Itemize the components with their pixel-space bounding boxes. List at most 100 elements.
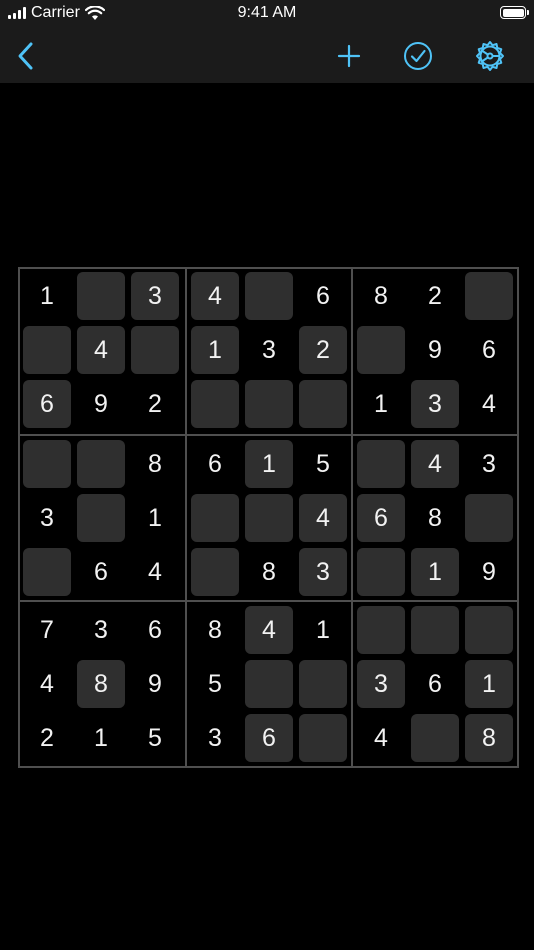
sudoku-cell-r2c4[interactable]: 1 xyxy=(188,323,242,377)
sudoku-cell-r7c9[interactable] xyxy=(462,603,516,657)
cell-digit: 8 xyxy=(374,281,388,310)
sudoku-cell-r4c1[interactable] xyxy=(20,437,74,491)
sudoku-cell-r1c4[interactable]: 4 xyxy=(188,269,242,323)
cell-digit: 5 xyxy=(316,449,330,478)
sudoku-cell-r2c6[interactable]: 2 xyxy=(296,323,350,377)
cell-tile xyxy=(191,548,239,596)
cell-digit: 1 xyxy=(208,335,222,364)
cell-tile xyxy=(23,548,71,596)
sudoku-cell-r1c8: 2 xyxy=(408,269,462,323)
sudoku-cell-r5c8: 8 xyxy=(408,491,462,545)
cell-digit: 3 xyxy=(374,669,388,698)
sudoku-cell-r8c6[interactable] xyxy=(296,657,350,711)
sudoku-cell-r8c5[interactable] xyxy=(242,657,296,711)
cell-tile xyxy=(299,714,347,762)
sudoku-cell-r9c5[interactable]: 6 xyxy=(242,711,296,765)
cell-digit: 6 xyxy=(316,281,330,310)
cell-digit: 9 xyxy=(482,557,496,586)
cell-digit: 6 xyxy=(40,389,54,418)
sudoku-cell-r4c5[interactable]: 1 xyxy=(242,437,296,491)
cell-tile xyxy=(245,494,293,542)
sudoku-cell-r9c4: 3 xyxy=(188,711,242,765)
back-button[interactable] xyxy=(6,36,46,76)
cell-digit: 8 xyxy=(94,669,108,698)
sudoku-cell-r8c7[interactable]: 3 xyxy=(354,657,408,711)
sudoku-cell-r3c6[interactable] xyxy=(296,377,350,431)
cell-digit: 6 xyxy=(208,449,222,478)
sudoku-cell-r5c4[interactable] xyxy=(188,491,242,545)
sudoku-cell-r2c3[interactable] xyxy=(128,323,182,377)
cell-digit: 6 xyxy=(94,557,108,586)
sudoku-cell-r4c7[interactable] xyxy=(354,437,408,491)
sudoku-cell-r8c2[interactable]: 8 xyxy=(74,657,128,711)
cell-digit: 8 xyxy=(428,503,442,532)
sudoku-cell-r4c2[interactable] xyxy=(74,437,128,491)
sudoku-cell-r6c7[interactable] xyxy=(354,545,408,599)
checkmark-circle-icon xyxy=(404,42,432,70)
cell-digit: 2 xyxy=(148,389,162,418)
sudoku-board: 1 3 4 6 8 2 4 1 3 2 9 6 6 9 2 1 3 4 8 6 1 5 4 3 3 1 4 6 8 6 4 8 3 1 9 7 3 6 8 4… xyxy=(18,267,519,768)
cell-digit: 6 xyxy=(262,723,276,752)
status-bar: Carrier 9:41 AM xyxy=(0,0,534,27)
sudoku-cell-r1c3[interactable]: 3 xyxy=(128,269,182,323)
sudoku-cell-r4c9: 3 xyxy=(462,437,516,491)
cell-digit: 4 xyxy=(374,723,388,752)
sudoku-cell-r7c8[interactable] xyxy=(408,603,462,657)
cell-digit: 3 xyxy=(482,449,496,478)
cell-tile xyxy=(77,440,125,488)
cell-digit: 4 xyxy=(208,281,222,310)
status-time: 9:41 AM xyxy=(237,4,297,21)
cell-digit: 5 xyxy=(148,723,162,752)
sudoku-cell-r5c7[interactable]: 6 xyxy=(354,491,408,545)
sudoku-cell-r8c3: 9 xyxy=(128,657,182,711)
cell-digit: 8 xyxy=(208,615,222,644)
sudoku-cell-r1c2[interactable] xyxy=(74,269,128,323)
sudoku-cell-r3c8[interactable]: 3 xyxy=(408,377,462,431)
cell-digit: 5 xyxy=(208,669,222,698)
sudoku-cell-r7c5[interactable]: 4 xyxy=(242,603,296,657)
sudoku-cell-r2c7[interactable] xyxy=(354,323,408,377)
sudoku-cell-r3c4[interactable] xyxy=(188,377,242,431)
sudoku-cell-r3c1[interactable]: 6 xyxy=(20,377,74,431)
sudoku-cell-r9c8[interactable] xyxy=(408,711,462,765)
sudoku-cell-r8c9[interactable]: 1 xyxy=(462,657,516,711)
sudoku-cell-r3c5[interactable] xyxy=(242,377,296,431)
cell-digit: 4 xyxy=(40,669,54,698)
sudoku-cell-r1c1: 1 xyxy=(20,269,74,323)
chevron-left-icon xyxy=(18,42,33,70)
cell-digit: 1 xyxy=(374,389,388,418)
sudoku-cell-r5c2[interactable] xyxy=(74,491,128,545)
sudoku-cell-r2c9: 6 xyxy=(462,323,516,377)
sudoku-cell-r2c2[interactable]: 4 xyxy=(74,323,128,377)
sudoku-cell-r1c9[interactable] xyxy=(462,269,516,323)
cell-digit: 3 xyxy=(148,281,162,310)
sudoku-cell-r9c3: 5 xyxy=(128,711,182,765)
cell-digit: 6 xyxy=(374,503,388,532)
sudoku-cell-r5c5[interactable] xyxy=(242,491,296,545)
sudoku-cell-r9c9[interactable]: 8 xyxy=(462,711,516,765)
check-button[interactable] xyxy=(398,36,438,76)
sudoku-cell-r4c8[interactable]: 4 xyxy=(408,437,462,491)
sudoku-cell-r3c3: 2 xyxy=(128,377,182,431)
cell-tile xyxy=(465,272,513,320)
sudoku-cell-r6c3: 4 xyxy=(128,545,182,599)
sudoku-cell-r5c6[interactable]: 4 xyxy=(296,491,350,545)
sudoku-cell-r2c1[interactable] xyxy=(20,323,74,377)
sudoku-cell-r8c8: 6 xyxy=(408,657,462,711)
sudoku-cell-r9c6[interactable] xyxy=(296,711,350,765)
new-game-button[interactable] xyxy=(329,36,369,76)
cell-digit: 8 xyxy=(262,557,276,586)
sudoku-cell-r6c8[interactable]: 1 xyxy=(408,545,462,599)
cell-tile xyxy=(77,272,125,320)
sudoku-cell-r6c6[interactable]: 3 xyxy=(296,545,350,599)
sudoku-cell-r6c1[interactable] xyxy=(20,545,74,599)
cell-tile xyxy=(245,380,293,428)
sudoku-cell-r7c7[interactable] xyxy=(354,603,408,657)
settings-button[interactable] xyxy=(470,36,510,76)
sudoku-cell-r9c2: 1 xyxy=(74,711,128,765)
sudoku-cell-r5c9[interactable] xyxy=(462,491,516,545)
sudoku-cell-r8c1: 4 xyxy=(20,657,74,711)
sudoku-cell-r1c5[interactable] xyxy=(242,269,296,323)
cell-tile xyxy=(245,272,293,320)
sudoku-cell-r6c4[interactable] xyxy=(188,545,242,599)
